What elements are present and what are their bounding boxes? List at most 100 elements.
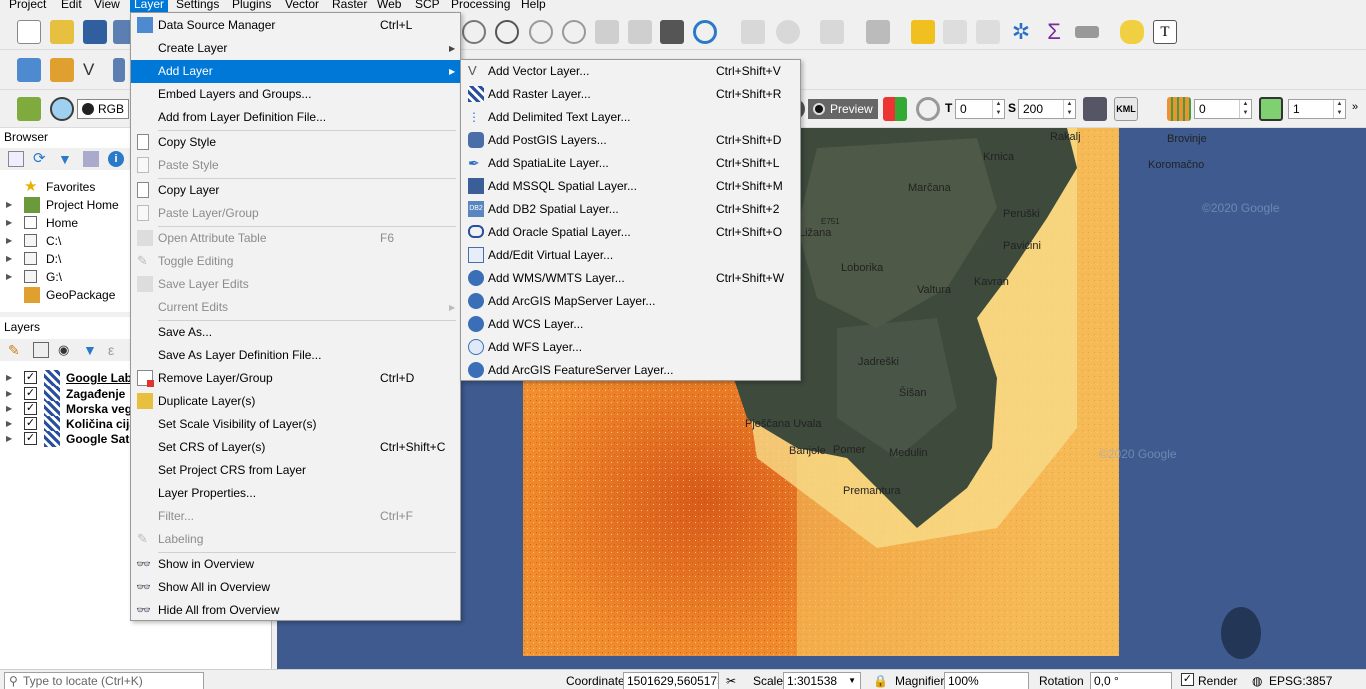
- menu-item-copy-layer[interactable]: Copy Layer: [131, 179, 460, 202]
- open-project-icon[interactable]: [50, 20, 74, 44]
- menu-item-add-postgis[interactable]: Add PostGIS Layers... Ctrl+Shift+D: [461, 129, 800, 152]
- menu-item-open-attribute-table[interactable]: Open Attribute Table F6: [131, 227, 460, 250]
- filter-legend-icon[interactable]: ▼: [83, 342, 99, 358]
- layer-checkbox[interactable]: ✓: [24, 402, 37, 415]
- zoom-in-icon[interactable]: [462, 20, 486, 44]
- scp-zoom-icon[interactable]: [50, 97, 74, 121]
- render-checkbox[interactable]: ✓: [1181, 673, 1194, 686]
- menu-item-add-arcgis-featureserver[interactable]: Add ArcGIS FeatureServer Layer...: [461, 359, 800, 382]
- expand-arrow-icon[interactable]: ▶: [6, 268, 12, 286]
- expand-arrow-icon[interactable]: ▶: [6, 196, 12, 214]
- menu-item-remove-layer[interactable]: Remove Layer/Group Ctrl+D: [131, 367, 460, 390]
- scale-combo[interactable]: 1:301538 ▼: [783, 672, 861, 689]
- s-spinbox[interactable]: 200 ▲ ▼: [1018, 99, 1076, 119]
- menu-item-filter[interactable]: Filter... Ctrl+F: [131, 505, 460, 528]
- add-selected-icon[interactable]: [8, 151, 24, 167]
- digitize-icon[interactable]: [113, 58, 125, 82]
- menu-item-data-source-manager[interactable]: Data Source Manager Ctrl+L: [131, 14, 460, 37]
- menu-item-add-delimited-text[interactable]: ⋮ Add Delimited Text Layer...: [461, 106, 800, 129]
- new-map-view-icon[interactable]: [628, 20, 652, 44]
- scp-grid-icon[interactable]: [1167, 97, 1191, 121]
- zoom-out-icon[interactable]: [495, 20, 519, 44]
- menu-item-add-vector[interactable]: V Add Vector Layer... Ctrl+Shift+V: [461, 60, 800, 83]
- menu-processing[interactable]: Processing: [447, 0, 514, 12]
- refresh-icon[interactable]: [693, 20, 717, 44]
- menu-item-toggle-editing[interactable]: ✎ Toggle Editing: [131, 250, 460, 273]
- layer-checkbox[interactable]: ✓: [24, 387, 37, 400]
- style-brush-icon[interactable]: ✎: [8, 342, 24, 358]
- collapse-all-icon[interactable]: [83, 151, 99, 167]
- menu-item-add-arcgis-mapserver[interactable]: Add ArcGIS MapServer Layer...: [461, 290, 800, 313]
- toggle-extents-icon[interactable]: ✂: [726, 674, 736, 688]
- scp-color-icon[interactable]: [883, 97, 907, 121]
- magnifier-spinbox[interactable]: 100%: [944, 672, 1029, 689]
- menu-item-set-project-crs[interactable]: Set Project CRS from Layer: [131, 459, 460, 482]
- menu-item-set-crs[interactable]: Set CRS of Layer(s) Ctrl+Shift+C: [131, 436, 460, 459]
- menu-item-labeling[interactable]: ✎ Labeling: [131, 528, 460, 551]
- menu-item-save-as[interactable]: Save As...: [131, 321, 460, 344]
- locator-search-input[interactable]: ⚲ Type to locate (Ctrl+K): [4, 672, 204, 689]
- zoom-selection-icon[interactable]: [595, 20, 619, 44]
- rotation-spinbox[interactable]: 0,0 °: [1090, 672, 1172, 689]
- value-spinbox-1[interactable]: 0 ▲ ▼: [1194, 99, 1252, 119]
- filter-icon[interactable]: ▼: [58, 151, 74, 167]
- action-icon[interactable]: [776, 20, 800, 44]
- add-geopackage-icon[interactable]: [50, 58, 74, 82]
- eye-icon[interactable]: ◉: [58, 342, 74, 358]
- menu-item-paste-layer[interactable]: Paste Layer/Group: [131, 202, 460, 225]
- menu-layer[interactable]: Layer: [130, 0, 169, 12]
- menu-vector[interactable]: Vector: [281, 0, 323, 12]
- scp-redo-icon[interactable]: [916, 97, 940, 121]
- menu-item-layer-properties[interactable]: Layer Properties...: [131, 482, 460, 505]
- menu-item-create-layer[interactable]: Create Layer ▶: [131, 37, 460, 60]
- menu-item-add-virtual[interactable]: Add/Edit Virtual Layer...: [461, 244, 800, 267]
- identify-icon[interactable]: [741, 20, 765, 44]
- menu-help[interactable]: Help: [517, 0, 550, 12]
- value-spinbox-2[interactable]: 1 ▲ ▼: [1288, 99, 1346, 119]
- map-tips-icon[interactable]: [1120, 20, 1144, 44]
- menu-edit[interactable]: Edit: [57, 0, 86, 12]
- statistics-sigma-icon[interactable]: Σ: [1042, 20, 1066, 44]
- menu-item-show-in-overview[interactable]: 👓 Show in Overview: [131, 553, 460, 576]
- measure-icon[interactable]: [1075, 26, 1099, 38]
- menu-item-add-wcs[interactable]: Add WCS Layer...: [461, 313, 800, 336]
- zoom-layer-icon[interactable]: [562, 20, 586, 44]
- info-icon[interactable]: i: [108, 151, 124, 167]
- menu-item-add-db2[interactable]: DB2 Add DB2 Spatial Layer... Ctrl+Shift+…: [461, 198, 800, 221]
- layer-checkbox[interactable]: ✓: [24, 417, 37, 430]
- filter-expression-icon[interactable]: ε: [108, 342, 124, 358]
- menu-scp[interactable]: SCP: [411, 0, 444, 12]
- scp-next-icon[interactable]: [1259, 97, 1283, 121]
- menu-item-save-layer-edits[interactable]: Save Layer Edits: [131, 273, 460, 296]
- expand-arrow-icon[interactable]: ▶: [6, 232, 12, 250]
- rgb-combo[interactable]: RGB =: [77, 99, 129, 119]
- menu-item-set-scale-visibility[interactable]: Set Scale Visibility of Layer(s): [131, 413, 460, 436]
- menu-raster[interactable]: Raster: [328, 0, 371, 12]
- menu-settings[interactable]: Settings: [172, 0, 223, 12]
- lock-icon[interactable]: 🔒: [873, 674, 888, 688]
- menu-item-add-wms[interactable]: Add WMS/WMTS Layer... Ctrl+Shift+W: [461, 267, 800, 290]
- bookmark-icon[interactable]: [660, 20, 684, 44]
- kml-icon[interactable]: KML: [1114, 97, 1138, 121]
- expand-arrow-icon[interactable]: ▶: [6, 430, 12, 448]
- menu-item-current-edits[interactable]: Current Edits ▶: [131, 296, 460, 319]
- menu-item-add-layer[interactable]: Add Layer ▶: [131, 60, 460, 83]
- layer-checkbox[interactable]: ✓: [24, 432, 37, 445]
- add-layer-icon[interactable]: [17, 58, 41, 82]
- menu-item-copy-style[interactable]: Copy Style: [131, 131, 460, 154]
- menu-item-add-from-definition[interactable]: Add from Layer Definition File...: [131, 106, 460, 129]
- field-calculator-icon[interactable]: [943, 20, 967, 44]
- menu-item-hide-all-from-overview[interactable]: 👓 Hide All from Overview: [131, 599, 460, 622]
- coordinate-field[interactable]: 1501629,5605175: [623, 672, 719, 689]
- menu-item-add-mssql[interactable]: Add MSSQL Spatial Layer... Ctrl+Shift+M: [461, 175, 800, 198]
- text-annotation-icon[interactable]: T: [1153, 20, 1177, 44]
- save-project-icon[interactable]: [83, 20, 107, 44]
- preview-button[interactable]: Preview: [808, 99, 878, 119]
- globe-icon[interactable]: ◍: [1252, 674, 1262, 688]
- menu-item-embed-layers[interactable]: Embed Layers and Groups...: [131, 83, 460, 106]
- expand-arrow-icon[interactable]: ▶: [6, 214, 12, 232]
- new-project-icon[interactable]: [17, 20, 41, 44]
- t-spinbox[interactable]: 0 ▲ ▼: [955, 99, 1005, 119]
- layer-checkbox[interactable]: ✓: [24, 371, 37, 384]
- overflow-chevron-icon[interactable]: »: [1352, 101, 1358, 113]
